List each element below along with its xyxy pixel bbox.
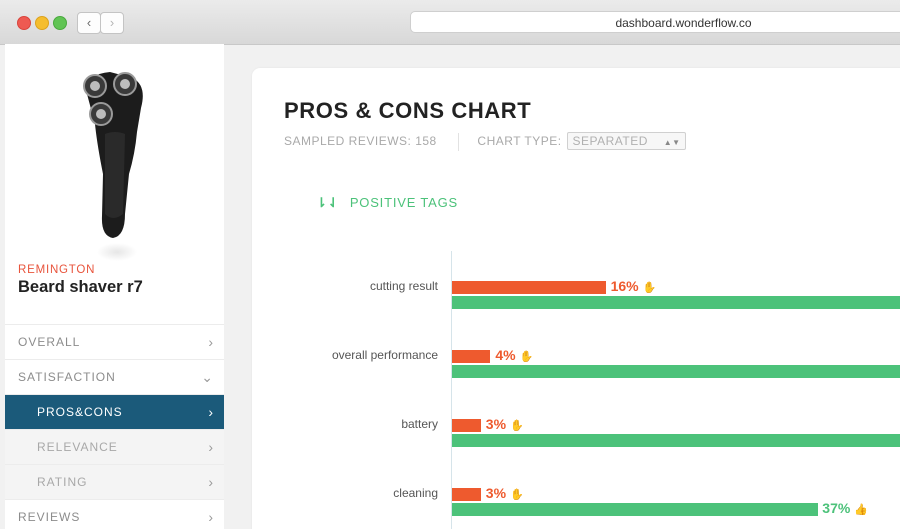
category-label: overall performance	[331, 348, 438, 362]
chart-type-label: CHART TYPE:	[477, 134, 562, 148]
close-window-button[interactable]	[17, 16, 31, 30]
chevron-down-icon: ⌄	[201, 369, 214, 385]
positive-percent-label: 37% 👍	[822, 500, 869, 516]
product-image	[83, 72, 143, 261]
negative-bar[interactable]	[452, 350, 491, 363]
menu-item-label: OVERALL	[18, 335, 81, 349]
chevron-right-icon: ›	[208, 439, 214, 455]
sort-positive-tags-button[interactable]: ⇂⇃ POSITIVE TAGS	[316, 195, 458, 211]
chevron-right-icon: ›	[208, 509, 214, 525]
negative-percent-label: 3% ✋	[485, 416, 524, 432]
thumbs-down-icon: ✋	[642, 282, 657, 294]
thumbs-down-icon: ✋	[510, 489, 524, 501]
browser-window: ‹ › dashboard.wonderflow.co REMINGTON Be…	[0, 0, 900, 529]
negative-bar[interactable]	[452, 488, 481, 501]
product-name: Beard shaver r7	[18, 278, 143, 296]
chart-meta: SAMPLED REVIEWS: 158 CHART TYPE: SEPARAT…	[284, 132, 686, 151]
title-bar: ‹ › dashboard.wonderflow.co	[0, 0, 900, 45]
meta-divider	[457, 132, 459, 151]
positive-bar[interactable]	[452, 365, 900, 378]
negative-percent-label: 3% ✋	[485, 485, 524, 501]
chevron-right-icon: ›	[208, 334, 214, 350]
thumbs-down-icon: ✋	[519, 351, 534, 363]
page-title: PROS & CONS CHART	[284, 98, 532, 123]
menu-item-overall[interactable]: OVERALL ›	[5, 324, 224, 359]
maximize-window-button[interactable]	[53, 16, 67, 30]
menu-item-label: SATISFACTION	[18, 370, 116, 384]
menu-item-label: REVIEWS	[18, 510, 81, 524]
category-label: cleaning	[393, 486, 438, 500]
category-label: battery	[401, 417, 438, 431]
negative-bar[interactable]	[452, 281, 606, 294]
menu-item-satisfaction[interactable]: SATISFACTION ⌄	[5, 359, 224, 394]
select-arrows-icon: ▲▼	[663, 138, 681, 147]
sidebar: REMINGTON Beard shaver r7 OVERALL › SATI…	[5, 44, 224, 529]
chevron-left-icon: ‹	[86, 15, 92, 30]
menu-item-reviews[interactable]: REVIEWS ›	[5, 499, 224, 529]
address-bar[interactable]: dashboard.wonderflow.co	[410, 11, 900, 33]
menu-item-label: RELEVANCE	[37, 440, 118, 454]
url-text: dashboard.wonderflow.co	[615, 16, 752, 30]
sampled-reviews-label: SAMPLED REVIEWS: 158	[284, 134, 437, 148]
chart-type-value: SEPARATED	[572, 134, 648, 148]
positive-bar[interactable]	[452, 503, 819, 516]
product-brand: REMINGTON	[18, 264, 96, 276]
minimize-window-button[interactable]	[35, 16, 49, 30]
back-button[interactable]: ‹	[77, 12, 101, 34]
chevron-right-icon: ›	[208, 404, 214, 420]
menu-item-rating[interactable]: RATING ›	[5, 464, 224, 499]
negative-percent-label: 4% ✋	[495, 347, 534, 363]
category-label: cutting result	[369, 279, 438, 293]
positive-bar[interactable]	[452, 434, 900, 447]
negative-bar[interactable]	[452, 419, 481, 432]
menu-item-label: RATING	[37, 475, 88, 489]
thumbs-up-icon: 👍	[854, 504, 869, 516]
menu-item-pros-cons[interactable]: PROS&CONS ›	[5, 394, 224, 429]
chart-card: PROS & CONS CHART SAMPLED REVIEWS: 158 C…	[252, 68, 900, 529]
positive-bar[interactable]	[452, 296, 900, 309]
menu-item-label: PROS&CONS	[37, 405, 123, 419]
menu-item-relevance[interactable]: RELEVANCE ›	[5, 429, 224, 464]
thumbs-down-icon: ✋	[510, 420, 524, 432]
forward-button[interactable]: ›	[100, 12, 124, 34]
chevron-right-icon: ›	[109, 15, 115, 30]
sort-label: POSITIVE TAGS	[349, 195, 458, 210]
chart-type-select[interactable]: SEPARATED ▲▼	[567, 132, 686, 150]
negative-percent-label: 16% ✋	[610, 278, 657, 294]
sort-icon: ⇂⇃	[316, 195, 340, 210]
sidebar-menu: OVERALL › SATISFACTION ⌄ PROS&CONS › REL…	[5, 324, 224, 529]
chevron-right-icon: ›	[208, 474, 214, 490]
